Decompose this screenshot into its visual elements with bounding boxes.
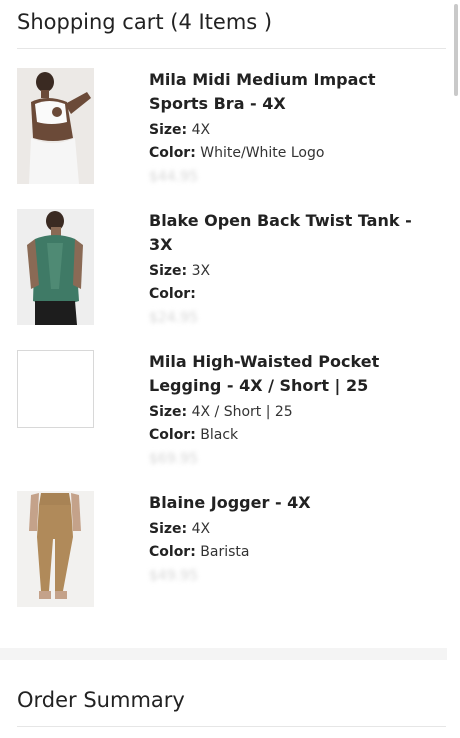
product-title[interactable]: Blaine Jogger - 4X bbox=[149, 491, 439, 515]
product-image-tank[interactable] bbox=[17, 209, 94, 325]
product-image-sports-bra[interactable] bbox=[17, 68, 94, 184]
product-size: Size: 4X bbox=[149, 119, 439, 142]
order-summary-title: Order Summary bbox=[17, 688, 185, 712]
color-value: White/White Logo bbox=[200, 145, 325, 161]
product-price: $44.95 bbox=[149, 169, 198, 185]
cart-item-details: Blake Open Back Twist Tank - 3X Size: 3X… bbox=[149, 209, 439, 329]
product-price: $69.95 bbox=[149, 451, 198, 467]
size-label: Size: bbox=[149, 122, 188, 138]
color-value: Barista bbox=[200, 544, 250, 560]
product-image-jogger[interactable] bbox=[17, 491, 94, 607]
product-price: $24.95 bbox=[149, 310, 198, 326]
jogger-photo bbox=[17, 491, 94, 607]
product-color: Color: White/White Logo bbox=[149, 142, 439, 165]
cart-items-list: Mila Midi Medium Impact Sports Bra - 4X … bbox=[0, 68, 460, 632]
cart-title: Shopping cart (4 Items ) bbox=[17, 10, 273, 34]
product-color: Color: bbox=[149, 283, 439, 306]
size-value: 4X bbox=[191, 122, 211, 138]
product-size: Size: 3X bbox=[149, 260, 439, 283]
tank-photo bbox=[17, 209, 94, 325]
product-title[interactable]: Mila High-Waisted Pocket Legging - 4X / … bbox=[149, 350, 439, 398]
cart-item: Mila Midi Medium Impact Sports Bra - 4X … bbox=[0, 68, 460, 209]
cart-item-details: Blaine Jogger - 4X Size: 4X Color: Baris… bbox=[149, 491, 439, 587]
color-label: Color: bbox=[149, 286, 196, 302]
color-value: Black bbox=[200, 427, 239, 443]
product-price: $49.95 bbox=[149, 568, 198, 584]
color-label: Color: bbox=[149, 544, 196, 560]
cart-item: Blaine Jogger - 4X Size: 4X Color: Baris… bbox=[0, 491, 460, 632]
size-value: 3X bbox=[191, 263, 211, 279]
size-label: Size: bbox=[149, 404, 188, 420]
section-divider bbox=[0, 648, 447, 660]
product-image-placeholder[interactable] bbox=[17, 350, 94, 428]
size-value: 4X / Short | 25 bbox=[191, 404, 293, 420]
product-title[interactable]: Blake Open Back Twist Tank - 3X bbox=[149, 209, 439, 257]
cart-item: Blake Open Back Twist Tank - 3X Size: 3X… bbox=[0, 209, 460, 350]
cart-header: Shopping cart (4 Items ) bbox=[17, 8, 446, 49]
size-label: Size: bbox=[149, 263, 188, 279]
cart-item: Mila High-Waisted Pocket Legging - 4X / … bbox=[0, 350, 460, 491]
cart-item-details: Mila Midi Medium Impact Sports Bra - 4X … bbox=[149, 68, 439, 188]
product-size: Size: 4X / Short | 25 bbox=[149, 401, 439, 424]
product-title[interactable]: Mila Midi Medium Impact Sports Bra - 4X bbox=[149, 68, 439, 116]
product-size: Size: 4X bbox=[149, 518, 439, 541]
color-label: Color: bbox=[149, 427, 196, 443]
sports-bra-photo bbox=[17, 68, 94, 184]
cart-item-details: Mila High-Waisted Pocket Legging - 4X / … bbox=[149, 350, 439, 470]
product-color: Color: Black bbox=[149, 424, 439, 447]
product-color: Color: Barista bbox=[149, 541, 439, 564]
order-summary-header: Order Summary bbox=[17, 686, 446, 727]
size-value: 4X bbox=[191, 521, 211, 537]
size-label: Size: bbox=[149, 521, 188, 537]
color-label: Color: bbox=[149, 145, 196, 161]
